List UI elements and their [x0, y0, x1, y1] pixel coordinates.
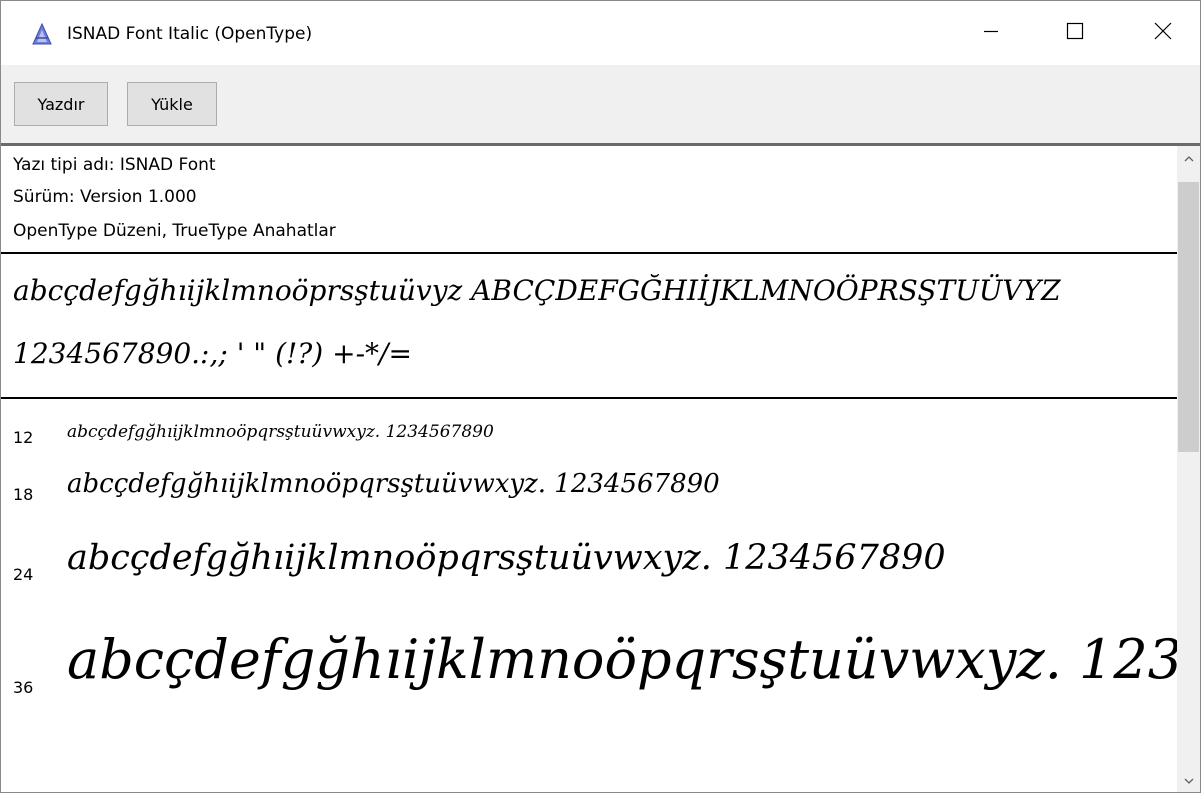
font-preview-area: Yazı tipi adı: ISNAD Font Sürüm: Version…	[1, 146, 1177, 792]
chevron-up-icon	[1184, 149, 1194, 167]
vertical-scrollbar[interactable]	[1177, 146, 1200, 792]
divider	[1, 252, 1177, 254]
divider	[1, 397, 1177, 399]
maximize-button[interactable]	[1052, 1, 1098, 65]
minimize-icon	[983, 23, 999, 44]
font-format-line: OpenType Düzeni, TrueType Anahatlar	[13, 221, 336, 241]
print-button[interactable]: Yazdır	[14, 82, 108, 126]
charset-symbols: 1234567890.:,; ' " (!?) +-*/=	[13, 337, 412, 370]
close-icon	[1154, 22, 1172, 45]
scroll-down-button[interactable]	[1177, 768, 1200, 792]
size-label: 12	[13, 428, 34, 447]
size-sample-text: abcçdefgğhıijklmnoöpqrsştuüvwxyz. 123456…	[67, 538, 946, 578]
scrollbar-thumb[interactable]	[1178, 182, 1199, 452]
size-sample-text: abcçdefgğhıijklmnoöpqrsştuüvwxyz. 123456…	[67, 469, 720, 499]
close-button[interactable]	[1140, 1, 1186, 65]
install-button[interactable]: Yükle	[127, 82, 217, 126]
charset-letters: abcçdefgğhıijklmnoöprsştuüvyz ABCÇDEFGĞH…	[13, 274, 1061, 307]
scroll-up-button[interactable]	[1177, 146, 1200, 170]
size-label: 36	[13, 678, 34, 697]
chevron-down-icon	[1184, 771, 1194, 789]
window-title: ISNAD Font Italic (OpenType)	[67, 24, 313, 44]
font-viewer-window: ISNAD Font Italic (OpenType) Yazdır Yükl…	[0, 0, 1201, 793]
font-version-line: Sürüm: Version 1.000	[13, 187, 197, 207]
font-name-line: Yazı tipi adı: ISNAD Font	[13, 155, 216, 175]
maximize-icon	[1066, 22, 1084, 45]
title-bar: ISNAD Font Italic (OpenType)	[1, 1, 1200, 65]
toolbar: Yazdır Yükle	[1, 65, 1200, 143]
size-sample-text: abcçdefgğhıijklmnoöpqrsştuüvwxyz. 123456…	[67, 422, 494, 442]
size-label: 18	[13, 485, 34, 504]
minimize-button[interactable]	[968, 1, 1014, 65]
size-label: 24	[13, 565, 34, 584]
font-viewer-icon	[31, 22, 53, 45]
size-sample-text: abcçdefgğhıijklmnoöpqrsştuüvwxyz. 123456…	[67, 628, 1177, 691]
